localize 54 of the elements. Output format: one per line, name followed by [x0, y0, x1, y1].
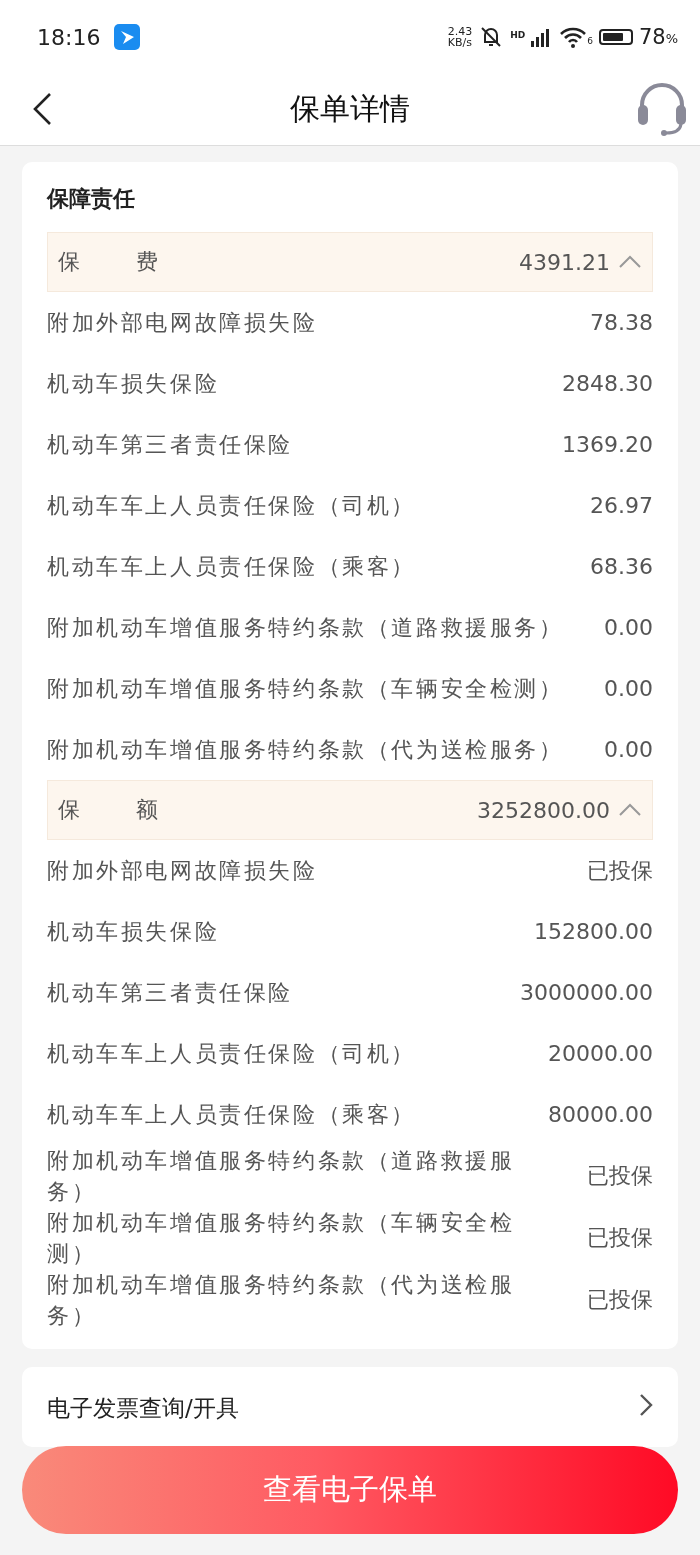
item-value: 78.38	[590, 310, 653, 335]
invoice-row[interactable]: 电子发票查询/开具	[22, 1367, 678, 1447]
item-name: 机动车第三者责任保险	[47, 979, 293, 1007]
network-speed: 2.43 KB/s	[447, 26, 473, 48]
item-name: 机动车损失保险	[47, 370, 220, 398]
item-name: 机动车车上人员责任保险（乘客）	[47, 553, 416, 581]
section-total: 4391.21	[519, 249, 610, 275]
invoice-label: 电子发票查询/开具	[47, 1394, 239, 1423]
item-value: 已投保	[587, 1286, 653, 1314]
item-value: 1369.20	[562, 432, 653, 457]
item-name: 附加机动车增值服务特约条款（道路救援服务）	[47, 1147, 516, 1206]
item-value: 0.00	[604, 737, 653, 762]
item-name: 机动车车上人员责任保险（司机）	[47, 492, 416, 520]
item-name: 机动车车上人员责任保险（司机）	[47, 1040, 416, 1068]
battery-percent: 78	[638, 25, 666, 49]
wifi-label: 6	[587, 36, 593, 46]
item-value: 68.36	[590, 554, 653, 579]
item-name: 附加机动车增值服务特约条款（代为送检服务）	[47, 736, 564, 764]
item-name: 机动车第三者责任保险	[47, 431, 293, 459]
section-header[interactable]: 保费 4391.21	[47, 232, 653, 292]
item-value: 152800.00	[534, 919, 653, 944]
item-value: 3000000.00	[520, 980, 653, 1005]
item-name: 附加机动车增值服务特约条款（代为送检服务）	[47, 1271, 516, 1330]
item-value: 0.00	[604, 615, 653, 640]
item-name: 附加外部电网故障损失险	[47, 857, 318, 885]
item-value: 2848.30	[562, 371, 653, 396]
item-value: 已投保	[587, 1224, 653, 1252]
battery-icon	[598, 29, 633, 45]
section-label: 保额	[58, 796, 214, 824]
chevron-up-icon[interactable]	[618, 255, 642, 269]
item-value: 80000.00	[548, 1102, 653, 1127]
wifi-icon	[559, 26, 588, 48]
section-total: 3252800.00	[477, 797, 610, 823]
card-title: 保障责任	[47, 185, 136, 213]
app-icon	[114, 24, 141, 50]
item-value: 已投保	[587, 856, 653, 885]
item-value: 26.97	[590, 493, 653, 518]
percent-sign: %	[665, 31, 678, 46]
page-title: 保单详情	[290, 90, 410, 128]
item-value: 20000.00	[548, 1041, 653, 1066]
item-value: 0.00	[604, 676, 653, 701]
status-time: 18:16	[37, 24, 101, 50]
hd-label: HD	[510, 30, 526, 40]
item-name: 附加机动车增值服务特约条款（车辆安全检测）	[47, 675, 564, 703]
chevron-right-icon	[639, 1393, 653, 1417]
item-name: 附加外部电网故障损失险	[47, 309, 318, 337]
item-value: 已投保	[587, 1162, 653, 1190]
item-name: 附加机动车增值服务特约条款（道路救援服务）	[47, 614, 564, 642]
chevron-up-icon[interactable]	[618, 803, 642, 817]
section-label: 保费	[58, 248, 214, 276]
section-header[interactable]: 保额 3252800.00	[47, 780, 653, 840]
item-name: 机动车车上人员责任保险（乘客）	[47, 1101, 416, 1129]
item-name: 附加机动车增值服务特约条款（车辆安全检测）	[47, 1209, 516, 1268]
item-name: 机动车损失保险	[47, 918, 220, 946]
